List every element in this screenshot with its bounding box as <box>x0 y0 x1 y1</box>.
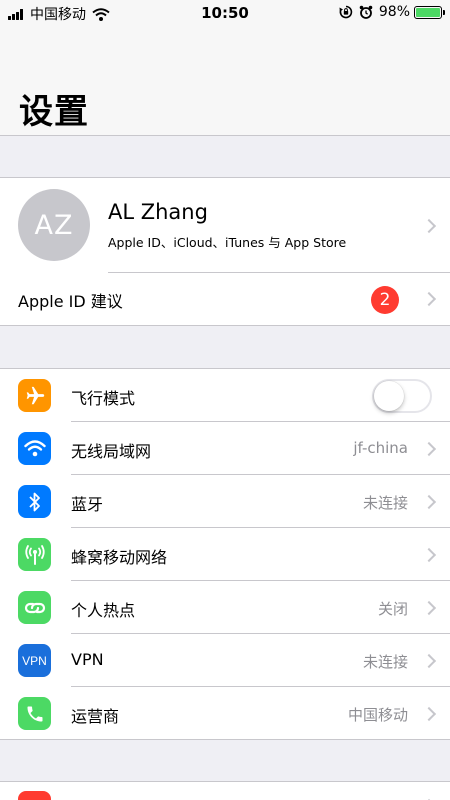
row-value: 未连接 <box>362 653 408 671</box>
row-value: 中国移动 <box>347 706 408 724</box>
apple-id-suggestions-row[interactable]: Apple ID 建议 2 <box>0 273 450 325</box>
row-label: 飞行模式 <box>71 389 136 408</box>
chevron-right-icon <box>421 547 437 562</box>
settings-row-hotspot[interactable]: 个人热点 关闭 <box>0 581 450 634</box>
phone-icon <box>18 697 51 730</box>
bluetooth-icon <box>18 485 51 518</box>
row-value: jf-china <box>353 439 408 457</box>
connectivity-group: 飞行模式 无线局域网 jf-china 蓝牙 未连接 蜂窝移动网络 个人热点 关… <box>0 368 450 740</box>
settings-row-airplane[interactable]: 飞行模式 <box>0 369 450 422</box>
notifications-group <box>0 781 450 800</box>
settings-row-vpn[interactable]: VPN VPN 未连接 <box>0 634 450 687</box>
row-value: 未连接 <box>362 494 408 512</box>
notification-badge: 2 <box>371 286 399 314</box>
alarm-icon <box>359 5 373 19</box>
chevron-right-icon <box>421 600 437 615</box>
notifications-icon <box>18 791 51 800</box>
battery-icon <box>414 5 445 19</box>
antenna-icon <box>18 538 51 571</box>
profile-name: AL Zhang <box>108 200 208 224</box>
status-bar: 中国移动 10:50 98% <box>0 0 450 26</box>
chevron-right-icon <box>421 706 437 721</box>
suggestion-label: Apple ID 建议 <box>18 292 123 311</box>
avatar: AZ <box>18 189 90 261</box>
airplane-icon <box>18 379 51 412</box>
settings-row-bluetooth[interactable]: 蓝牙 未连接 <box>0 475 450 528</box>
chevron-right-icon <box>421 494 437 509</box>
page-title: 设置 <box>19 92 89 132</box>
row-label: 蜂窝移动网络 <box>71 548 168 567</box>
navigation-bar: 设置 <box>0 26 450 136</box>
airplane-mode-toggle[interactable] <box>372 379 432 413</box>
settings-row-notifications[interactable] <box>0 782 450 800</box>
row-label: 无线局域网 <box>71 442 152 461</box>
row-label: 运营商 <box>71 707 120 726</box>
row-label: 蓝牙 <box>71 495 104 514</box>
row-label: 个人热点 <box>71 601 136 620</box>
chevron-right-icon <box>421 653 437 668</box>
settings-row-carrier[interactable]: 运营商 中国移动 <box>0 687 450 740</box>
chevron-right-icon <box>421 218 437 233</box>
profile-group: AZ AL Zhang Apple ID、iCloud、iTunes 与 App… <box>0 177 450 326</box>
row-value: 关闭 <box>377 600 408 618</box>
chevron-right-icon <box>421 291 437 307</box>
battery-percent: 98% <box>378 4 410 20</box>
rotation-lock-icon <box>339 5 353 19</box>
vpn-icon: VPN <box>18 644 51 677</box>
settings-row-cellular[interactable]: 蜂窝移动网络 <box>0 528 450 581</box>
profile-row[interactable]: AZ AL Zhang Apple ID、iCloud、iTunes 与 App… <box>0 178 450 273</box>
hotspot-link-icon <box>18 591 51 624</box>
row-label: VPN <box>71 650 104 669</box>
profile-subtitle: Apple ID、iCloud、iTunes 与 App Store <box>108 235 347 250</box>
wifi-icon <box>18 432 51 465</box>
chevron-right-icon <box>421 441 437 456</box>
settings-row-wifi[interactable]: 无线局域网 jf-china <box>0 422 450 475</box>
